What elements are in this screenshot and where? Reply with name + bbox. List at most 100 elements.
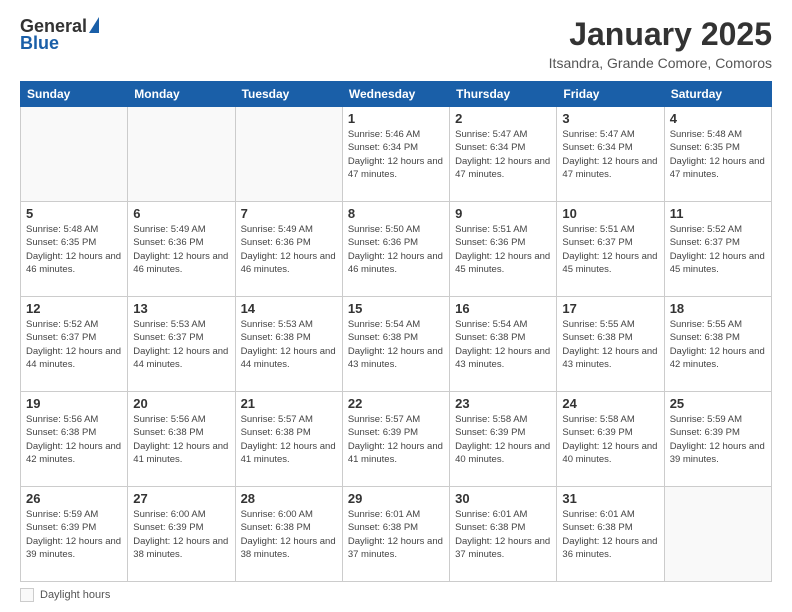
calendar-cell: 30 Sunrise: 6:01 AM Sunset: 6:38 PM Dayli… — [450, 487, 557, 582]
day-info: Sunrise: 6:00 AM Sunset: 6:39 PM Dayligh… — [133, 508, 229, 561]
day-number: 20 — [133, 396, 229, 411]
calendar-week-0: 1Sunrise: 5:46 AM Sunset: 6:34 PM Daylig… — [21, 107, 772, 202]
day-info: Sunrise: 6:00 AM Sunset: 6:38 PM Dayligh… — [241, 508, 337, 561]
day-number: 4 — [670, 111, 766, 126]
calendar-cell — [664, 487, 771, 582]
calendar-cell: 3Sunrise: 5:47 AM Sunset: 6:34 PM Daylig… — [557, 107, 664, 202]
logo-triangle-icon — [89, 17, 99, 33]
calendar-cell: 19 Sunrise: 5:56 AM Sunset: 6:38 PM Dayli… — [21, 392, 128, 487]
calendar-cell: 12 Sunrise: 5:52 AM Sunset: 6:37 PM Dayli… — [21, 297, 128, 392]
calendar-header-tuesday: Tuesday — [235, 82, 342, 107]
day-info: Sunrise: 6:01 AM Sunset: 6:38 PM Dayligh… — [455, 508, 551, 561]
day-number: 12 — [26, 301, 122, 316]
day-number: 16 — [455, 301, 551, 316]
day-info: Sunrise: 5:49 AM Sunset: 6:36 PM Dayligh… — [241, 223, 337, 276]
day-number: 18 — [670, 301, 766, 316]
day-number: 8 — [348, 206, 444, 221]
calendar-week-2: 12 Sunrise: 5:52 AM Sunset: 6:37 PM Dayli… — [21, 297, 772, 392]
calendar-header-saturday: Saturday — [664, 82, 771, 107]
calendar-header-row: SundayMondayTuesdayWednesdayThursdayFrid… — [21, 82, 772, 107]
day-number: 6 — [133, 206, 229, 221]
logo: General Blue — [20, 16, 99, 54]
day-info: Sunrise: 5:48 AM Sunset: 6:35 PM Dayligh… — [670, 128, 766, 181]
calendar-cell: 7Sunrise: 5:49 AM Sunset: 6:36 PM Daylig… — [235, 202, 342, 297]
calendar-cell: 11Sunrise: 5:52 AM Sunset: 6:37 PM Dayli… — [664, 202, 771, 297]
calendar-cell: 9 Sunrise: 5:51 AM Sunset: 6:36 PM Daylig… — [450, 202, 557, 297]
calendar-cell: 13 Sunrise: 5:53 AM Sunset: 6:37 PM Dayli… — [128, 297, 235, 392]
calendar-cell: 24Sunrise: 5:58 AM Sunset: 6:39 PM Dayli… — [557, 392, 664, 487]
day-number: 21 — [241, 396, 337, 411]
calendar-cell: 26 Sunrise: 5:59 AM Sunset: 6:39 PM Dayli… — [21, 487, 128, 582]
day-info: Sunrise: 5:54 AM Sunset: 6:38 PM Dayligh… — [348, 318, 444, 371]
day-number: 5 — [26, 206, 122, 221]
calendar-cell: 16 Sunrise: 5:54 AM Sunset: 6:38 PM Dayli… — [450, 297, 557, 392]
calendar-cell: 4 Sunrise: 5:48 AM Sunset: 6:35 PM Daylig… — [664, 107, 771, 202]
calendar-header-monday: Monday — [128, 82, 235, 107]
main-title: January 2025 — [549, 16, 772, 53]
day-number: 19 — [26, 396, 122, 411]
calendar-cell: 28Sunrise: 6:00 AM Sunset: 6:38 PM Dayli… — [235, 487, 342, 582]
day-info: Sunrise: 5:46 AM Sunset: 6:34 PM Dayligh… — [348, 128, 444, 181]
day-number: 3 — [562, 111, 658, 126]
day-info: Sunrise: 5:58 AM Sunset: 6:39 PM Dayligh… — [455, 413, 551, 466]
day-info: Sunrise: 5:49 AM Sunset: 6:36 PM Dayligh… — [133, 223, 229, 276]
logo-blue-text: Blue — [20, 33, 59, 54]
day-number: 17 — [562, 301, 658, 316]
day-info: Sunrise: 6:01 AM Sunset: 6:38 PM Dayligh… — [562, 508, 658, 561]
calendar-cell: 23Sunrise: 5:58 AM Sunset: 6:39 PM Dayli… — [450, 392, 557, 487]
day-number: 25 — [670, 396, 766, 411]
calendar-header-friday: Friday — [557, 82, 664, 107]
day-info: Sunrise: 5:56 AM Sunset: 6:38 PM Dayligh… — [133, 413, 229, 466]
calendar-cell: 1Sunrise: 5:46 AM Sunset: 6:34 PM Daylig… — [342, 107, 449, 202]
calendar-week-3: 19 Sunrise: 5:56 AM Sunset: 6:38 PM Dayli… — [21, 392, 772, 487]
day-info: Sunrise: 6:01 AM Sunset: 6:38 PM Dayligh… — [348, 508, 444, 561]
day-number: 10 — [562, 206, 658, 221]
calendar-cell: 14 Sunrise: 5:53 AM Sunset: 6:38 PM Dayli… — [235, 297, 342, 392]
day-number: 22 — [348, 396, 444, 411]
day-info: Sunrise: 5:56 AM Sunset: 6:38 PM Dayligh… — [26, 413, 122, 466]
calendar-cell: 31 Sunrise: 6:01 AM Sunset: 6:38 PM Dayli… — [557, 487, 664, 582]
day-number: 9 — [455, 206, 551, 221]
day-info: Sunrise: 5:57 AM Sunset: 6:38 PM Dayligh… — [241, 413, 337, 466]
day-number: 31 — [562, 491, 658, 506]
calendar-cell: 15 Sunrise: 5:54 AM Sunset: 6:38 PM Dayli… — [342, 297, 449, 392]
day-number: 2 — [455, 111, 551, 126]
day-info: Sunrise: 5:55 AM Sunset: 6:38 PM Dayligh… — [670, 318, 766, 371]
day-info: Sunrise: 5:55 AM Sunset: 6:38 PM Dayligh… — [562, 318, 658, 371]
footer-legend-box — [20, 588, 34, 602]
day-info: Sunrise: 5:50 AM Sunset: 6:36 PM Dayligh… — [348, 223, 444, 276]
calendar-cell: 20 Sunrise: 5:56 AM Sunset: 6:38 PM Dayli… — [128, 392, 235, 487]
day-number: 30 — [455, 491, 551, 506]
day-info: Sunrise: 5:59 AM Sunset: 6:39 PM Dayligh… — [26, 508, 122, 561]
calendar-cell: 8 Sunrise: 5:50 AM Sunset: 6:36 PM Daylig… — [342, 202, 449, 297]
calendar-header-sunday: Sunday — [21, 82, 128, 107]
day-info: Sunrise: 5:59 AM Sunset: 6:39 PM Dayligh… — [670, 413, 766, 466]
day-info: Sunrise: 5:48 AM Sunset: 6:35 PM Dayligh… — [26, 223, 122, 276]
day-info: Sunrise: 5:52 AM Sunset: 6:37 PM Dayligh… — [670, 223, 766, 276]
day-number: 29 — [348, 491, 444, 506]
day-info: Sunrise: 5:53 AM Sunset: 6:38 PM Dayligh… — [241, 318, 337, 371]
calendar-cell — [128, 107, 235, 202]
day-info: Sunrise: 5:51 AM Sunset: 6:37 PM Dayligh… — [562, 223, 658, 276]
footer: Daylight hours — [20, 588, 772, 602]
header: General Blue January 2025 Itsandra, Gran… — [20, 16, 772, 71]
day-info: Sunrise: 5:52 AM Sunset: 6:37 PM Dayligh… — [26, 318, 122, 371]
day-info: Sunrise: 5:54 AM Sunset: 6:38 PM Dayligh… — [455, 318, 551, 371]
calendar-cell: 6 Sunrise: 5:49 AM Sunset: 6:36 PM Daylig… — [128, 202, 235, 297]
calendar-header-wednesday: Wednesday — [342, 82, 449, 107]
day-number: 14 — [241, 301, 337, 316]
day-info: Sunrise: 5:57 AM Sunset: 6:39 PM Dayligh… — [348, 413, 444, 466]
calendar-cell: 2Sunrise: 5:47 AM Sunset: 6:34 PM Daylig… — [450, 107, 557, 202]
calendar-cell: 29 Sunrise: 6:01 AM Sunset: 6:38 PM Dayli… — [342, 487, 449, 582]
calendar-cell: 10 Sunrise: 5:51 AM Sunset: 6:37 PM Dayli… — [557, 202, 664, 297]
day-number: 13 — [133, 301, 229, 316]
day-number: 26 — [26, 491, 122, 506]
day-number: 15 — [348, 301, 444, 316]
calendar-week-1: 5 Sunrise: 5:48 AM Sunset: 6:35 PM Daylig… — [21, 202, 772, 297]
calendar-cell: 18 Sunrise: 5:55 AM Sunset: 6:38 PM Dayli… — [664, 297, 771, 392]
footer-legend-label: Daylight hours — [40, 589, 110, 601]
day-number: 27 — [133, 491, 229, 506]
day-info: Sunrise: 5:53 AM Sunset: 6:37 PM Dayligh… — [133, 318, 229, 371]
subtitle: Itsandra, Grande Comore, Comoros — [549, 55, 772, 71]
day-info: Sunrise: 5:51 AM Sunset: 6:36 PM Dayligh… — [455, 223, 551, 276]
